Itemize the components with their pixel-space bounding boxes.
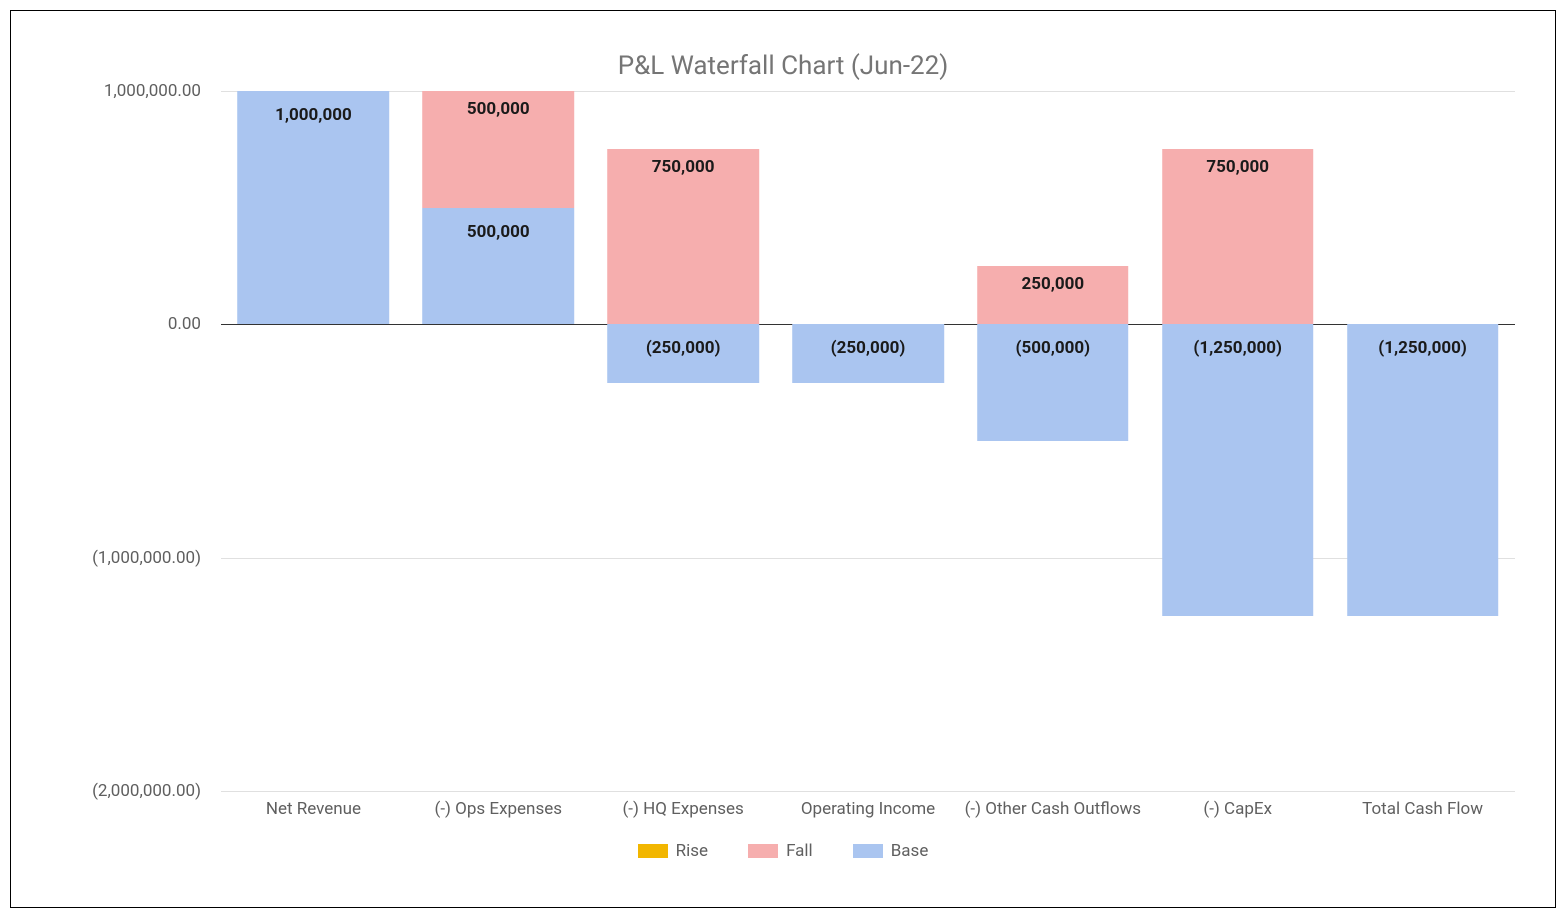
data-label: 250,000 (960, 274, 1145, 294)
x-tick-label: (-) HQ Expenses (591, 799, 776, 819)
legend-swatch-icon (748, 844, 778, 858)
y-tick-label: (2,000,000.00) (92, 781, 201, 801)
x-tick-label: (-) Ops Expenses (406, 799, 591, 819)
y-tick-label: 1,000,000.00 (104, 81, 201, 101)
y-tick-label: (1,000,000.00) (92, 548, 201, 568)
bar-segment-base (238, 91, 390, 324)
data-label: 500,000 (406, 222, 591, 242)
y-axis: 1,000,000.000.00(1,000,000.00)(2,000,000… (41, 91, 211, 791)
bar-column: (500,000) 250,000 (960, 91, 1145, 791)
x-axis: Net Revenue(-) Ops Expenses(-) HQ Expens… (221, 799, 1515, 829)
y-tick-label: 0.00 (168, 314, 201, 334)
bar-segment-base (1162, 324, 1314, 616)
chart-title: P&L Waterfall Chart (Jun-22) (41, 51, 1525, 81)
data-label: (500,000) (960, 338, 1145, 358)
legend-label: Rise (676, 841, 708, 861)
legend-item-base: Base (853, 841, 929, 861)
chart-card: P&L Waterfall Chart (Jun-22) 1,000,000.0… (10, 10, 1556, 908)
x-tick-label: (-) CapEx (1145, 799, 1330, 819)
legend-label: Base (891, 841, 929, 861)
data-label: (250,000) (591, 338, 776, 358)
bar-column: (1,250,000) (1330, 91, 1515, 791)
bar-column: 500,000 500,000 (406, 91, 591, 791)
x-tick-label: Total Cash Flow (1330, 799, 1515, 819)
bar-segment-base (1347, 324, 1499, 616)
legend-item-rise: Rise (638, 841, 708, 861)
data-label: 1,000,000 (221, 105, 406, 125)
plot-area-wrapper: 1,000,000.000.00(1,000,000.00)(2,000,000… (41, 91, 1525, 791)
data-label: (1,250,000) (1145, 338, 1330, 358)
bar-column: (250,000) (776, 91, 961, 791)
plot-area: 1,000,000500,000500,000(250,000)750,000(… (221, 91, 1515, 791)
x-tick-label: (-) Other Cash Outflows (960, 799, 1145, 819)
bar-column: 1,000,000 (221, 91, 406, 791)
data-label: 500,000 (406, 99, 591, 119)
legend: Rise Fall Base (41, 841, 1525, 861)
legend-swatch-icon (853, 844, 883, 858)
legend-label: Fall (786, 841, 813, 861)
gridline (221, 791, 1515, 792)
legend-item-fall: Fall (748, 841, 813, 861)
data-label: 750,000 (591, 157, 776, 177)
bar-column: (1,250,000) 750,000 (1145, 91, 1330, 791)
x-tick-label: Net Revenue (221, 799, 406, 819)
data-label: 750,000 (1145, 157, 1330, 177)
data-label: (250,000) (776, 338, 961, 358)
legend-swatch-icon (638, 844, 668, 858)
data-label: (1,250,000) (1330, 338, 1515, 358)
bar-column: (250,000) 750,000 (591, 91, 776, 791)
x-tick-label: Operating Income (776, 799, 961, 819)
